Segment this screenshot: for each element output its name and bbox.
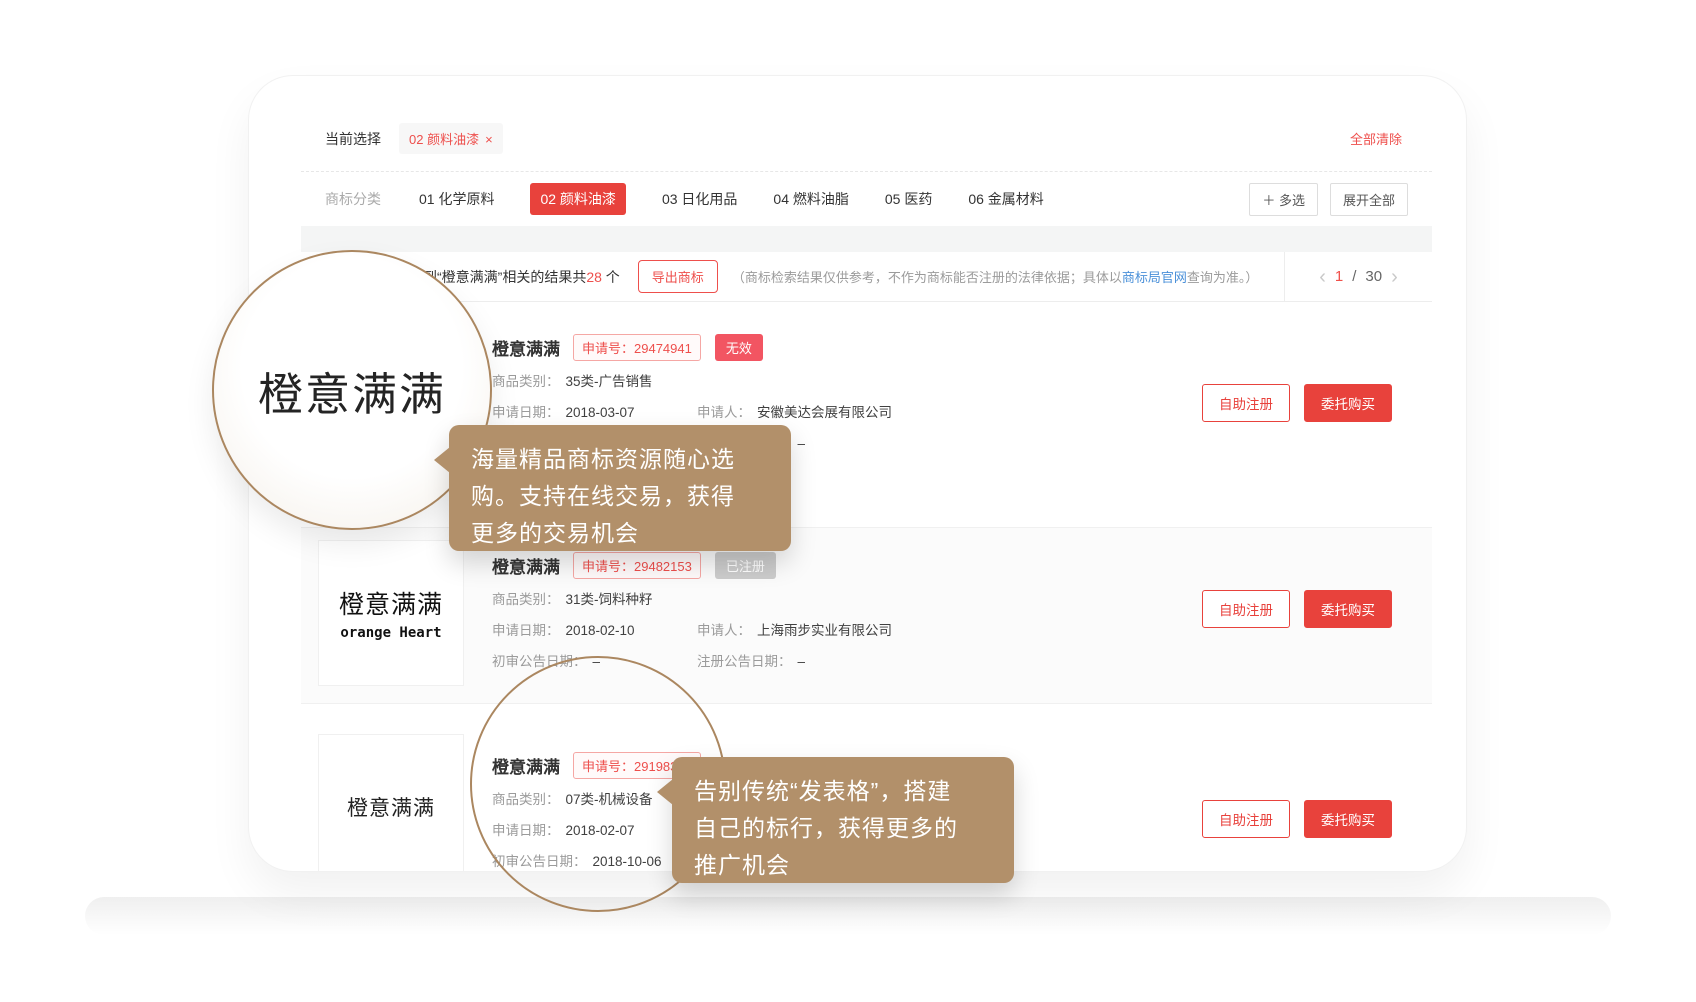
application-number-chip: 申请号：29482153 [573,552,701,579]
pagination-total-pages: 30 [1365,268,1382,285]
applicant-col: 申请人： 安徽美达会展有限公司 [697,402,892,423]
current-selection-row: 当前选择 02 颜料油漆 × 全部清除 [301,106,1432,172]
applicant-label: 申请人： [697,405,751,420]
tooltip-marketplace: 海量精品商标资源随心选 购。支持在线交易，获得 更多的交易机会 [449,425,791,551]
results-summary-suffix: 个 [602,269,620,285]
reg-notice-value: – [798,654,806,669]
tooltip-promotion: 告别传统“发表格”，搭建 自己的标行，获得更多的 推广机会 [672,757,1014,883]
tooltip-line: 海量精品商标资源随心选 [471,441,769,478]
self-register-button[interactable]: 自助注册 [1202,590,1290,628]
application-number-chip: 申请号：29474941 [573,334,701,361]
status-badge: 已注册 [715,552,776,579]
applicant-col: 申请人： 上海雨步实业有限公司 [697,620,892,641]
tooltip-line: 自己的标行，获得更多的 [694,810,992,847]
disclaimer-post: 查询为准。） [1187,270,1259,285]
trademark-image[interactable]: 橙意满满 orange Heart [318,540,464,686]
category-item-03[interactable]: 03 日化用品 [662,189,737,209]
reg-notice-col: 注册公告日期：– [697,651,805,672]
category-label: 商品类别： [492,589,560,610]
category-item-06[interactable]: 06 金属材料 [968,189,1043,209]
tooltip-arrow-icon [657,779,673,805]
results-header: 当前分类下检索到“橙意满满”相关的结果共28 个 导出商标 （商标检索结果仅供参… [301,252,1432,302]
trademark-image-text: 橙意满满 [347,792,435,822]
export-trademarks-button[interactable]: 导出商标 [638,260,718,293]
row-actions: 自助注册 委托购买 [1202,384,1392,422]
self-register-button[interactable]: 自助注册 [1202,384,1290,422]
tooltip-line: 更多的交易机会 [471,515,769,552]
apply-date-col: 申请日期： 2018-03-07 [492,402,697,423]
row-actions: 自助注册 委托购买 [1202,800,1392,838]
tooltip-line: 告别传统“发表格”，搭建 [694,773,992,810]
clear-all-link[interactable]: 全部清除 [1350,129,1402,148]
apply-date-col: 申请日期： 2018-02-10 [492,620,697,641]
tooltip-line: 推广机会 [694,847,992,884]
self-register-button[interactable]: 自助注册 [1202,800,1290,838]
category-item-02-selected[interactable]: 02 颜料油漆 [530,183,625,215]
filter-panel: 当前选择 02 颜料油漆 × 全部清除 商标分类 01 化学原料 02 颜料油漆 … [301,106,1432,226]
status-badge: 无效 [715,334,763,361]
trademark-name-line: 橙意满满 申请号：29474941 无效 [492,334,1392,361]
pagination: ‹ 1 / 30 › [1284,252,1432,301]
reg-notice-label: 注册公告日期： [697,654,792,669]
chip-close-icon[interactable]: × [485,132,493,147]
entrust-buy-button[interactable]: 委托购买 [1304,590,1392,628]
magnified-trademark-text: 橙意满满 [258,358,446,423]
apply-date-label: 申请日期： [492,405,560,420]
results-disclaimer: （商标检索结果仅供参考，不作为商标能否注册的法律依据；具体以商标局官网查询为准。… [732,267,1259,286]
category-value: 31类-饲料种籽 [566,589,653,610]
trademark-name[interactable]: 橙意满满 [492,335,560,360]
apply-date-value: 2018-03-07 [566,405,635,420]
category-row: 商标分类 01 化学原料 02 颜料油漆 03 日化用品 04 燃料油脂 05 … [301,172,1432,226]
multi-select-button[interactable]: ＋ 多选 [1249,183,1318,216]
apply-date-value: 2018-02-10 [566,623,635,638]
laptop-base [85,897,1611,935]
application-number-label: 申请号： [582,341,634,356]
trademark-image-subtext: orange Heart [340,625,441,641]
applicant-value: 上海雨步实业有限公司 [757,623,892,638]
results-count: 28 [586,269,602,285]
current-selection-label: 当前选择 [325,129,381,149]
application-number-label: 申请号： [582,559,634,574]
reg-notice-value: – [798,436,806,451]
trademark-image[interactable]: 橙意满满 [318,734,464,871]
category-actions: ＋ 多选 展开全部 [1249,183,1408,216]
category-row-label: 商标分类 [325,189,381,209]
pagination-next-icon[interactable]: › [1391,267,1398,287]
page: 当前选择 02 颜料油漆 × 全部清除 商标分类 01 化学原料 02 颜料油漆 … [0,0,1696,1002]
category-item-04[interactable]: 04 燃料油脂 [773,189,848,209]
table-row: 橙意满满 orange Heart 橙意满满 申请号：29482153 已注册 … [301,528,1432,704]
pagination-current-page: 1 [1335,268,1343,285]
application-number-value: 29474941 [634,341,692,356]
category-item-01[interactable]: 01 化学原料 [419,189,494,209]
section-divider [301,226,1432,252]
tooltip-arrow-icon [434,447,450,473]
row-actions: 自助注册 委托购买 [1202,590,1392,628]
trademark-office-link[interactable]: 商标局官网 [1122,270,1187,285]
selected-filter-chip-text: 02 颜料油漆 [409,132,479,147]
selected-filter-chip[interactable]: 02 颜料油漆 × [399,123,503,154]
pagination-separator: / [1352,268,1356,285]
applicant-value: 安徽美达会展有限公司 [757,405,892,420]
category-label: 商品类别： [492,371,560,392]
pagination-prev-icon[interactable]: ‹ [1319,267,1326,287]
entrust-buy-button[interactable]: 委托购买 [1304,800,1392,838]
category-item-05[interactable]: 05 医药 [885,189,932,209]
trademark-name[interactable]: 橙意满满 [492,553,560,578]
applicant-label: 申请人： [697,623,751,638]
entrust-buy-button[interactable]: 委托购买 [1304,384,1392,422]
trademark-name-line: 橙意满满 申请号：29482153 已注册 [492,552,1392,579]
category-value: 35类-广告销售 [566,371,653,392]
expand-all-button[interactable]: 展开全部 [1330,183,1408,216]
tooltip-line: 购。支持在线交易，获得 [471,478,769,515]
application-number-value: 29482153 [634,559,692,574]
trademark-image-text: 橙意满满 [339,585,443,621]
apply-date-label: 申请日期： [492,623,560,638]
disclaimer-pre: （商标检索结果仅供参考，不作为商标能否注册的法律依据；具体以 [732,270,1122,285]
